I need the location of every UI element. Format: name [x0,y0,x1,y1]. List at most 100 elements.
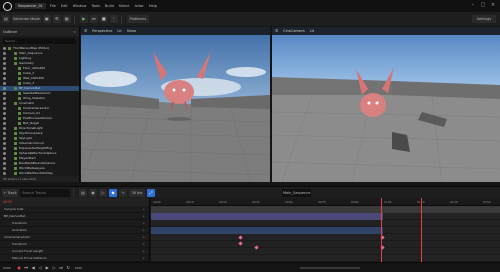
step-forward-icon[interactable]: ▷ [52,265,57,270]
lit-mode-button[interactable]: Lit [310,29,314,33]
curve-editor-icon[interactable]: ∿ [119,188,127,197]
playhead[interactable] [421,198,422,262]
jump-start-icon[interactable]: ⏮ [24,265,29,270]
visibility-icon[interactable] [3,152,6,155]
snap-icon[interactable]: ⤢ [147,188,155,197]
menu-tools[interactable]: Tools [91,4,100,8]
minimize-icon[interactable]: – [470,2,476,8]
visibility-icon[interactable] [3,87,6,90]
outliner-search-input[interactable]: Search... [3,38,76,44]
timeline-row[interactable] [151,248,500,255]
jump-end-icon[interactable]: ⏭ [59,265,64,270]
add-key-icon[interactable]: + [142,227,145,234]
platforms-button[interactable]: Platforms [126,15,149,23]
content-icon[interactable]: ▣ [42,15,51,23]
timeline-row[interactable] [151,255,500,262]
visibility-icon[interactable] [3,157,6,160]
sequencer-timeline[interactable]: 0000001500300045006000750090010501200135… [151,198,500,262]
record-icon[interactable]: ● [17,265,22,270]
visibility-icon[interactable] [3,147,6,150]
level-tab[interactable]: Sequencer_01 [15,3,46,9]
blueprint-icon[interactable]: ⚙ [52,15,61,23]
visibility-icon[interactable] [3,57,6,60]
end-frame[interactable]: 0150 [75,266,83,270]
current-frame[interactable]: 0070 [3,200,12,204]
loop-icon[interactable]: ↻ [66,265,71,270]
timeline-scrollbar[interactable] [300,267,360,269]
visibility-icon[interactable] [3,127,6,130]
add-key-icon[interactable]: + [142,213,145,220]
fps-selector[interactable]: 30 fps [129,188,145,197]
menu-build[interactable]: Build [105,4,114,8]
end-marker[interactable] [381,198,382,262]
visibility-icon[interactable] [3,72,6,75]
unreal-logo-icon[interactable] [3,1,12,11]
camera-cut-section[interactable] [151,206,500,213]
visibility-icon[interactable] [3,97,6,100]
visibility-icon[interactable] [3,107,6,110]
save-icon[interactable]: ▤ [2,15,10,23]
visibility-icon[interactable] [3,47,6,50]
maximize-icon[interactable]: □ [480,2,486,8]
settings-button[interactable]: Settings [472,15,496,23]
add-track-button[interactable]: + Track [2,188,18,197]
visibility-icon[interactable] [3,82,6,85]
visibility-icon[interactable] [3,172,6,175]
visibility-icon[interactable] [3,122,6,125]
visibility-icon[interactable] [3,77,6,80]
timeline-row[interactable] [151,234,500,241]
menu-help[interactable]: Help [149,4,157,8]
viewport-cinecamera[interactable]: ☰ CineCamera Lit [272,27,500,182]
stop-icon[interactable]: ■ [99,15,108,23]
render-icon[interactable]: ▷ [99,188,107,197]
visibility-icon[interactable] [3,162,6,165]
add-key-icon[interactable]: + [142,241,145,248]
menu-select[interactable]: Select [119,4,130,8]
visibility-icon[interactable] [3,102,6,105]
viewport-label[interactable]: CineCamera [283,29,305,33]
reverse-play-icon[interactable]: ◁ [38,265,43,270]
close-icon[interactable]: × [490,2,496,8]
hamburger-icon[interactable]: ☰ [84,29,87,33]
show-button[interactable]: Show [127,29,136,33]
close-icon[interactable]: × [73,30,76,34]
add-key-icon[interactable]: + [142,234,145,241]
skip-icon[interactable]: ⏭ [89,15,98,23]
menu-file[interactable]: File [50,4,56,8]
keyframe-icon[interactable]: ◆ [109,188,117,197]
visibility-icon[interactable] [3,137,6,140]
menu-edit[interactable]: Edit [61,4,68,8]
visibility-icon[interactable] [3,52,6,55]
time-ruler[interactable]: 0000001500300045006000750090010501200135… [151,198,500,206]
step-back-icon[interactable]: ◀ [31,265,36,270]
play-icon[interactable]: ▶ [45,265,50,270]
add-key-icon[interactable]: + [142,248,145,255]
visibility-icon[interactable] [3,117,6,120]
visibility-icon[interactable] [3,112,6,115]
play-icon[interactable]: ▶ [79,15,88,23]
animation-section[interactable] [151,227,383,234]
start-frame[interactable]: 0000 [3,266,11,270]
visibility-icon[interactable] [3,142,6,145]
more-options-icon[interactable]: ⋮ [109,15,118,23]
hamburger-icon[interactable]: ☰ [275,29,278,33]
menu-actor[interactable]: Actor [135,4,144,8]
bat-section[interactable] [151,213,383,220]
visibility-icon[interactable] [3,167,6,170]
timeline-row[interactable] [151,220,500,227]
viewport-perspective[interactable]: ☰ Perspective Lit Show [81,27,270,182]
visibility-icon[interactable] [3,67,6,70]
viewport-label[interactable]: Perspective [92,29,112,33]
add-key-icon[interactable]: + [142,255,145,262]
visibility-icon[interactable] [3,132,6,135]
track-row[interactable]: Manual Focus Distance + [0,255,149,262]
menu-window[interactable]: Window [73,4,87,8]
track-search-input[interactable]: Search Tracks [20,188,70,197]
timeline-row[interactable] [151,241,500,248]
add-key-icon[interactable]: + [142,220,145,227]
save-icon[interactable]: ▤ [79,188,87,197]
lit-mode-button[interactable]: Lit [117,29,121,33]
add-key-icon[interactable]: + [142,206,145,213]
camera-icon[interactable]: ◉ [89,188,97,197]
visibility-icon[interactable] [3,92,6,95]
